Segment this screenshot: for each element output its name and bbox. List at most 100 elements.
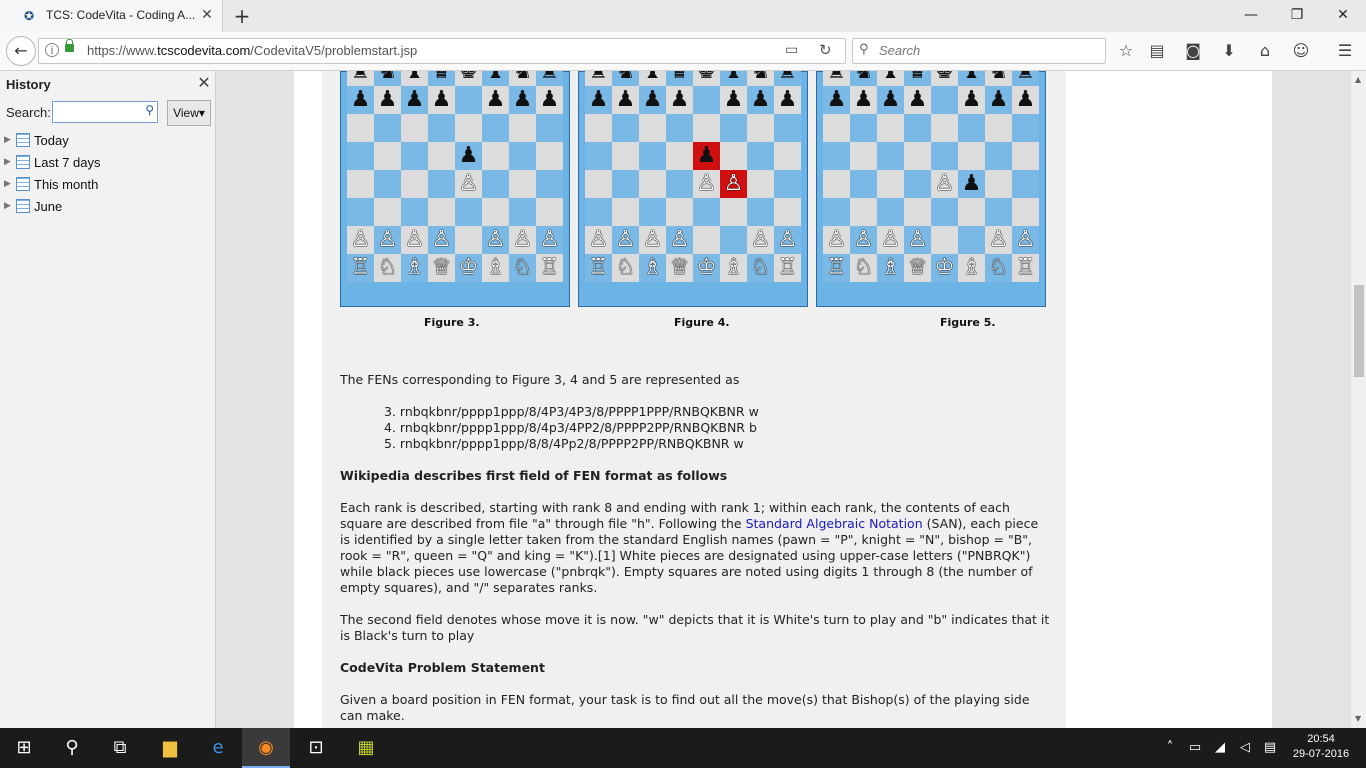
square-d3 (666, 198, 693, 226)
black-bishop-icon: ♝ (642, 71, 663, 84)
square-b5 (850, 142, 877, 170)
square-d7: ♟ (904, 86, 931, 114)
square-c1: ♗ (401, 254, 428, 282)
scroll-up-icon[interactable]: ▲ (1355, 75, 1361, 84)
edge-browser-icon[interactable]: e (194, 728, 242, 768)
new-tab-button[interactable]: + (230, 4, 254, 28)
volume-icon[interactable]: ◁ (1234, 728, 1256, 768)
square-h3 (1012, 198, 1039, 226)
downloads-icon[interactable]: ⬇ (1217, 39, 1241, 63)
tab-close-icon[interactable]: ✕ (198, 6, 216, 24)
menu-icon[interactable]: ☰ (1333, 39, 1357, 63)
browser-tab[interactable]: ✪ TCS: CodeVita - Coding A... ✕ (0, 0, 223, 32)
square-h3 (536, 198, 563, 226)
sidebar-item-this-month[interactable]: ▶ This month (4, 175, 204, 195)
square-f5 (720, 142, 747, 170)
square-a7: ♟ (823, 86, 850, 114)
square-d1: ♕ (666, 254, 693, 282)
square-a1: ♖ (823, 254, 850, 282)
back-button[interactable]: ← (6, 36, 36, 66)
black-pawn-icon: ♟ (750, 87, 771, 112)
white-pawn-icon: ♙ (539, 227, 560, 252)
scrollbar-thumb[interactable] (1354, 285, 1364, 377)
black-pawn-icon: ♟ (512, 87, 533, 112)
reader-view-icon[interactable]: ▭ (785, 42, 798, 58)
clock[interactable]: 20:54 29-07-2016 (1286, 732, 1356, 762)
square-h5 (774, 142, 801, 170)
section-heading: CodeVita Problem Statement (340, 660, 545, 675)
expand-arrow-icon[interactable]: ▶ (4, 156, 11, 167)
hello-icon[interactable]: ☺ (1289, 39, 1313, 63)
vertical-scrollbar[interactable]: ▲ ▼ (1350, 71, 1366, 728)
square-h4 (1012, 170, 1039, 198)
square-g2: ♙ (509, 226, 536, 254)
black-knight-icon: ♞ (377, 71, 398, 84)
standard-algebraic-notation-link[interactable]: Standard Algebraic Notation (746, 516, 923, 531)
square-c3 (401, 198, 428, 226)
pocket-icon[interactable]: ◙ (1181, 39, 1205, 63)
square-b6 (850, 114, 877, 142)
square-g3 (985, 198, 1012, 226)
white-pawn-icon: ♙ (853, 227, 874, 252)
white-rook-icon: ♖ (777, 255, 798, 280)
square-h5 (536, 142, 563, 170)
reload-icon[interactable]: ↻ (819, 41, 832, 59)
square-g2: ♙ (985, 226, 1012, 254)
app-icon[interactable]: ▦ (342, 728, 390, 768)
scroll-down-icon[interactable]: ▼ (1355, 714, 1361, 723)
minimize-button[interactable]: — (1228, 0, 1274, 30)
url-text[interactable]: https://www.tcscodevita.com/CodevitaV5/p… (87, 43, 417, 58)
sidebar-item-june[interactable]: ▶ June (4, 197, 204, 217)
restore-button[interactable]: ❐ (1274, 0, 1320, 30)
square-a5 (347, 142, 374, 170)
square-d1: ♕ (904, 254, 931, 282)
store-icon[interactable]: ⊡ (292, 728, 340, 768)
view-dropdown-button[interactable]: View▾ (167, 100, 211, 126)
lock-icon[interactable] (65, 39, 74, 52)
sidebar-item-today[interactable]: ▶ Today (4, 131, 204, 151)
square-a6 (347, 114, 374, 142)
network-icon[interactable]: ◢ (1208, 728, 1232, 768)
sidebar-search-input[interactable]: ⚲ (52, 101, 158, 123)
windows-start-icon[interactable]: ⊞ (0, 728, 48, 768)
close-window-button[interactable]: ✕ (1320, 0, 1366, 30)
black-pawn-icon: ♟ (350, 87, 371, 112)
battery-icon[interactable]: ▭ (1184, 728, 1206, 768)
address-bar[interactable]: i https://www.tcscodevita.com/CodevitaV5… (38, 38, 846, 64)
black-king-icon: ♚ (696, 71, 717, 84)
notifications-icon[interactable]: ▤ (1258, 728, 1282, 768)
black-pawn-icon: ♟ (826, 87, 847, 112)
expand-arrow-icon[interactable]: ▶ (4, 200, 11, 211)
expand-arrow-icon[interactable]: ▶ (4, 134, 11, 145)
black-pawn-icon: ♟ (615, 87, 636, 112)
white-rook-icon: ♖ (539, 255, 560, 280)
search-icon[interactable]: ⚲ (48, 728, 96, 768)
expand-arrow-icon[interactable]: ▶ (4, 178, 11, 189)
bookmark-star-icon[interactable]: ☆ (1114, 39, 1138, 63)
info-icon[interactable]: i (45, 43, 59, 57)
show-hidden-icons-icon[interactable]: ˄ (1160, 728, 1180, 768)
square-h7: ♟ (536, 86, 563, 114)
square-e2 (455, 226, 482, 254)
square-d8: ♛ (428, 71, 455, 86)
search-bar[interactable]: ⚲ Search (852, 38, 1106, 64)
task-view-icon[interactable]: ⧉ (96, 728, 144, 768)
square-f2 (720, 226, 747, 254)
bookmarks-menu-icon[interactable]: ▤ (1145, 39, 1169, 63)
black-rook-icon: ♜ (777, 71, 798, 84)
square-h7: ♟ (774, 86, 801, 114)
home-icon[interactable]: ⌂ (1253, 39, 1277, 63)
black-king-icon: ♚ (934, 71, 955, 84)
black-bishop-icon: ♝ (404, 71, 425, 84)
white-pawn-icon: ♙ (934, 171, 955, 196)
square-b8: ♞ (850, 71, 877, 86)
square-a4 (585, 170, 612, 198)
firefox-icon[interactable]: ◉ (242, 728, 290, 768)
square-f5 (482, 142, 509, 170)
square-e3 (693, 198, 720, 226)
calendar-folder-icon (16, 199, 30, 213)
close-icon[interactable]: ✕ (196, 74, 212, 92)
file-explorer-icon[interactable]: ▆ (146, 728, 194, 768)
black-pawn-icon: ♟ (377, 87, 398, 112)
sidebar-item-last-7-days[interactable]: ▶ Last 7 days (4, 153, 204, 173)
